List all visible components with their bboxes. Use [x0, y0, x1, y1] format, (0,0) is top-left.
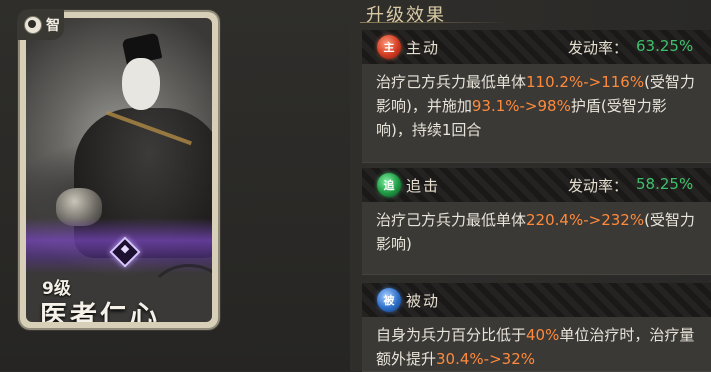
effect-description: 自身为兵力百分比低于40%单位治疗时，治疗量额外提升30.4%->32%: [376, 323, 702, 371]
desc-value: 30.4%->32%: [436, 350, 535, 368]
desc-value: 110.2%->116%: [526, 73, 645, 91]
card-type-label: 智: [46, 18, 60, 34]
effect-type-label: 主动: [406, 39, 441, 57]
desc-value: 220.4%->232%: [526, 211, 645, 229]
title-underline: [360, 22, 510, 23]
effect-type-label: 追击: [406, 177, 441, 195]
trigger-rate-value: 63.25%: [636, 37, 694, 55]
effect-header-active: 主 主动 发动率： 63.25%: [362, 30, 711, 65]
effect-description: 治疗己方兵力最低单体220.4%->232%(受智力影响): [376, 208, 702, 256]
effect-body-active: 治疗己方兵力最低单体110.2%->116%(受智力影响)，并施加93.1%->…: [362, 64, 711, 163]
desc-text: 治疗己方兵力最低单体: [376, 73, 527, 91]
trigger-rate-label: 发动率：: [568, 177, 629, 195]
section-title: 升级效果: [366, 5, 446, 26]
effect-body-pursuit: 治疗己方兵力最低单体220.4%->232%(受智力影响): [362, 202, 711, 275]
effect-body-passive: 自身为兵力百分比低于40%单位治疗时，治疗量额外提升30.4%->32%: [362, 317, 711, 372]
effect-type-label: 被动: [406, 292, 441, 310]
desc-text: 自身为兵力百分比低于: [376, 326, 527, 344]
desc-value: 40%: [526, 326, 560, 344]
card-type-badge: 智: [18, 10, 64, 40]
card-artwork: 9级 医者仁心: [26, 18, 212, 322]
active-skill-icon: 主: [377, 35, 401, 59]
desc-text: 治疗己方兵力最低单体: [376, 211, 527, 229]
yin-yang-icon: [24, 16, 42, 34]
effect-header-pursuit: 追 追击 发动率： 58.25%: [362, 168, 711, 203]
pursuit-skill-icon: 追: [377, 173, 401, 197]
card-name: 医者仁心: [40, 301, 160, 322]
face-shape: [122, 58, 160, 110]
desc-value: 93.1%->98%: [471, 97, 571, 115]
passive-skill-icon: 被: [377, 288, 401, 312]
trigger-rate-value: 58.25%: [636, 175, 694, 193]
effect-description: 治疗己方兵力最低单体110.2%->116%(受智力影响)，并施加93.1%->…: [376, 70, 702, 142]
trigger-rate-label: 发动率：: [568, 39, 629, 57]
upgrade-effects-panel: 升级效果 主 主动 发动率： 63.25% 治疗己方兵力最低单体110.2%->…: [350, 0, 711, 372]
effect-header-passive: 被 被动: [362, 283, 711, 318]
skill-card[interactable]: 9级 医者仁心 智: [18, 10, 218, 328]
